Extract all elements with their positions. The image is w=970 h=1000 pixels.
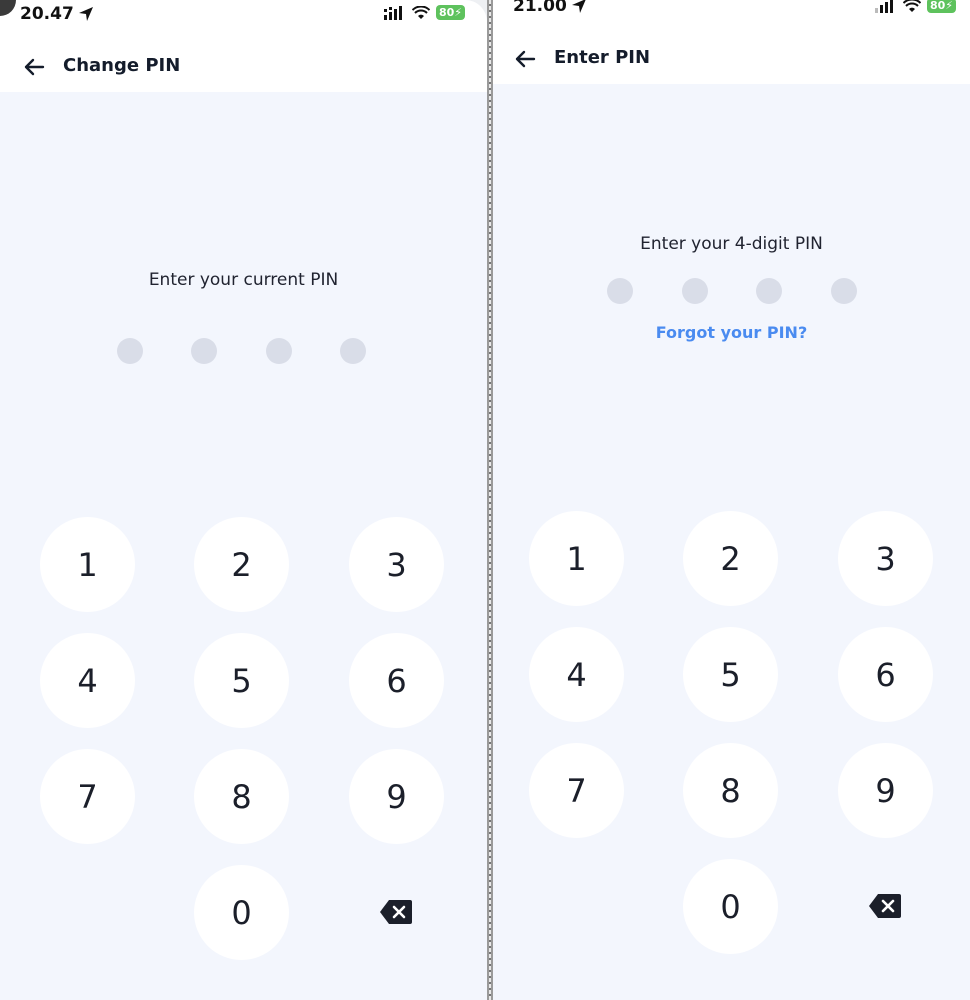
key-1[interactable]: 1 bbox=[40, 517, 135, 612]
change-pin-screen: 20.47 80⚡ Change PIN Enter your current … bbox=[0, 0, 487, 1000]
key-0[interactable]: 0 bbox=[194, 865, 289, 960]
key-1[interactable]: 1 bbox=[529, 511, 624, 606]
status-bar: 20.47 80⚡ bbox=[0, 0, 487, 40]
page-title: Change PIN bbox=[63, 55, 181, 76]
signal-icon bbox=[874, 0, 893, 13]
divider-line bbox=[489, 0, 491, 1000]
pin-dot bbox=[191, 338, 217, 364]
key-9[interactable]: 9 bbox=[349, 749, 444, 844]
location-arrow-icon bbox=[571, 0, 586, 13]
status-icons: 80⚡ bbox=[874, 0, 956, 13]
battery-level: 80 bbox=[929, 0, 946, 12]
key-7[interactable]: 7 bbox=[40, 749, 135, 844]
key-2[interactable]: 2 bbox=[683, 511, 778, 606]
key-4[interactable]: 4 bbox=[529, 627, 624, 722]
pin-prompt: Enter your current PIN bbox=[148, 270, 339, 290]
status-time: 20.47 bbox=[20, 4, 74, 24]
battery-charging-icon: 80⚡ bbox=[435, 5, 465, 20]
key-0[interactable]: 0 bbox=[683, 859, 778, 954]
wifi-icon bbox=[902, 0, 921, 12]
status-time-group: 20.47 bbox=[20, 4, 94, 24]
pin-dot bbox=[340, 338, 366, 364]
key-3[interactable]: 3 bbox=[349, 517, 444, 612]
pin-dot bbox=[117, 338, 143, 364]
pin-prompt: Enter your 4-digit PIN bbox=[640, 234, 823, 254]
delete-button[interactable] bbox=[865, 891, 905, 921]
page-title: Enter PIN bbox=[554, 47, 651, 68]
key-5[interactable]: 5 bbox=[194, 633, 289, 728]
status-icons: 80⚡ bbox=[383, 5, 465, 20]
backspace-icon bbox=[869, 894, 901, 918]
key-6[interactable]: 6 bbox=[349, 633, 444, 728]
pin-dot bbox=[756, 278, 782, 304]
key-3[interactable]: 3 bbox=[838, 511, 933, 606]
key-9[interactable]: 9 bbox=[838, 743, 933, 838]
delete-button[interactable] bbox=[376, 897, 416, 927]
key-7[interactable]: 7 bbox=[529, 743, 624, 838]
app-header: Change PIN bbox=[0, 40, 487, 92]
backspace-icon bbox=[380, 900, 412, 924]
arrow-left-icon[interactable] bbox=[513, 47, 537, 71]
key-5[interactable]: 5 bbox=[683, 627, 778, 722]
pin-dot bbox=[831, 278, 857, 304]
key-8[interactable]: 8 bbox=[683, 743, 778, 838]
pin-dot bbox=[607, 278, 633, 304]
forgot-pin-link[interactable]: Forgot your PIN? bbox=[493, 323, 970, 342]
status-time-group: 21.00 bbox=[513, 0, 587, 16]
key-4[interactable]: 4 bbox=[40, 633, 135, 728]
app-header: Enter PIN bbox=[493, 32, 970, 84]
battery-level: 80 bbox=[438, 6, 455, 19]
status-time: 21.00 bbox=[513, 0, 567, 16]
status-bar: 21.00 80⚡ bbox=[493, 0, 970, 32]
key-8[interactable]: 8 bbox=[194, 749, 289, 844]
battery-charging-icon: 80⚡ bbox=[926, 0, 956, 13]
arrow-left-icon[interactable] bbox=[22, 55, 46, 79]
pin-dot bbox=[682, 278, 708, 304]
enter-pin-screen: 21.00 80⚡ Enter PIN Enter your 4-digit P… bbox=[493, 0, 970, 1000]
key-6[interactable]: 6 bbox=[838, 627, 933, 722]
pin-dot bbox=[266, 338, 292, 364]
location-arrow-icon bbox=[78, 7, 93, 21]
wifi-icon bbox=[411, 5, 430, 19]
key-2[interactable]: 2 bbox=[194, 517, 289, 612]
signal-icon bbox=[383, 5, 402, 20]
